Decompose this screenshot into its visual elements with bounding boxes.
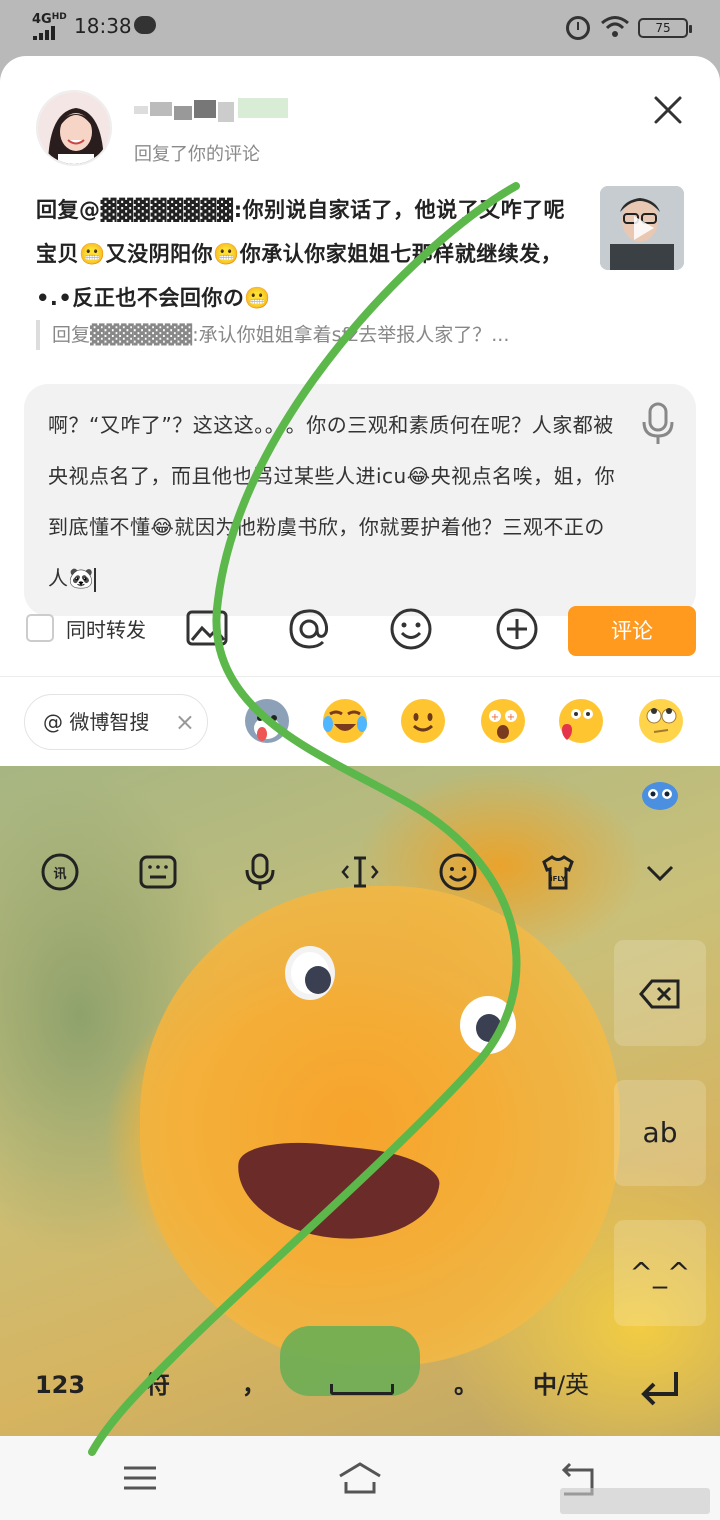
image-icon[interactable] (184, 606, 230, 652)
svg-text:+: + (491, 712, 499, 723)
keyboard-bottom-row: 123 符 ， 。 中/英 (0, 1350, 720, 1422)
comment-input[interactable]: 啊？“又咋了”？这这这。。。。你の三观和素质何在呢？人家都被央视点名了，而且他也… (24, 384, 696, 616)
mention-icon[interactable] (286, 606, 332, 652)
kaomoji-key[interactable]: ^_^ (614, 1220, 706, 1326)
enter-key[interactable] (630, 1350, 690, 1420)
svg-text:+: + (507, 712, 515, 723)
wallpaper-eye (285, 946, 335, 1000)
microphone-icon[interactable] (638, 402, 678, 446)
home-icon[interactable] (338, 1456, 382, 1500)
smile-emoji[interactable] (398, 696, 448, 746)
message-notification-icon (134, 16, 156, 34)
divider (0, 676, 720, 677)
battery-icon: 75 (638, 18, 692, 38)
status-bar: 4GHD 18:38 75 (0, 0, 720, 56)
keyboard-mascot-icon[interactable] (640, 778, 680, 812)
keyboard-layout-icon[interactable] (138, 852, 178, 892)
avatar[interactable] (36, 90, 112, 166)
username-redacted (134, 98, 288, 122)
clock: 18:38 (74, 14, 132, 38)
skin-theme-icon[interactable]: iFLY (538, 852, 578, 892)
english-letters-key[interactable]: ab (614, 1080, 706, 1186)
menu-icon[interactable] (118, 1456, 162, 1500)
comma-key[interactable]: ， (214, 1350, 294, 1420)
emoji-icon[interactable] (388, 606, 434, 652)
signal-icon (33, 26, 59, 40)
lang-zh-label: 中 (532, 1371, 557, 1399)
add-icon[interactable] (494, 606, 540, 652)
backspace-icon (639, 979, 680, 1009)
numbers-key[interactable]: 123 (20, 1350, 100, 1420)
network-indicator: 4GHD (32, 12, 67, 27)
cursor-move-icon[interactable] (340, 852, 380, 892)
emoji-keyboard-icon[interactable] (438, 852, 478, 892)
repost-label: 同时转发 (66, 618, 146, 642)
reply-subtitle: 回复了你的评论 (134, 144, 260, 165)
wifi-icon (601, 16, 629, 37)
submit-comment-button[interactable]: 评论 (568, 606, 696, 656)
period-key[interactable]: 。 (426, 1350, 506, 1420)
iflytek-voice-icon[interactable]: 讯 (40, 852, 80, 892)
watermark (560, 1488, 710, 1514)
star-eyes-emoji[interactable]: + + (478, 696, 528, 746)
collapse-keyboard-icon[interactable] (640, 852, 680, 892)
voice-input-icon[interactable] (240, 852, 280, 892)
space-key[interactable] (300, 1350, 420, 1420)
text-caret (93, 567, 96, 592)
weibo-search-chip[interactable]: @ 微博智搜 × (24, 694, 208, 750)
post-thumbnail[interactable] (600, 186, 684, 270)
svg-text:讯: 讯 (53, 867, 66, 882)
symbols-key[interactable]: 符 (118, 1350, 198, 1420)
close-icon[interactable] (644, 86, 692, 134)
repost-checkbox[interactable] (26, 614, 54, 642)
reply-sheet: 回复了你的评论 回复@▓▓▓▓▓▓▓▓:你别说自家话了，他说了又咋了呢宝贝😬又没… (0, 56, 720, 766)
wallpaper-eye (460, 996, 516, 1054)
lang-en-label: /英 (556, 1371, 590, 1399)
svg-text:iFLY: iFLY (550, 875, 567, 883)
quoted-comment: 回复▓▓▓▓▓▓▓:承认你姐姐拿着sfz去举报人家了？... (36, 320, 596, 350)
alarm-icon (566, 16, 590, 40)
laugh-cry-emoji[interactable] (320, 696, 370, 746)
chip-label: @ 微博智搜 (43, 710, 150, 734)
heart-kiss-emoji[interactable] (556, 696, 606, 746)
language-switch-key[interactable]: 中/英 (516, 1350, 606, 1420)
reply-comment-text: 回复@▓▓▓▓▓▓▓▓:你别说自家话了，他说了又咋了呢宝贝😬又没阴阳你😬你承认你… (36, 198, 566, 310)
chip-close-icon[interactable]: × (175, 695, 195, 749)
backspace-key[interactable] (614, 940, 706, 1046)
keyboard-wallpaper-character (140, 886, 620, 1366)
composer-toolbar: 同时转发 评论 (0, 606, 720, 672)
eye-roll-emoji[interactable] (636, 696, 686, 746)
husky-emoji[interactable] (242, 696, 292, 746)
comment-input-text[interactable]: 啊？“又咋了”？这这这。。。。你の三观和素质何在呢？人家都被央视点名了，而且他也… (48, 400, 618, 604)
keyboard: 讯 iFLY ab ^_^ 123 符 ， 。 中/英 (0, 766, 720, 1436)
